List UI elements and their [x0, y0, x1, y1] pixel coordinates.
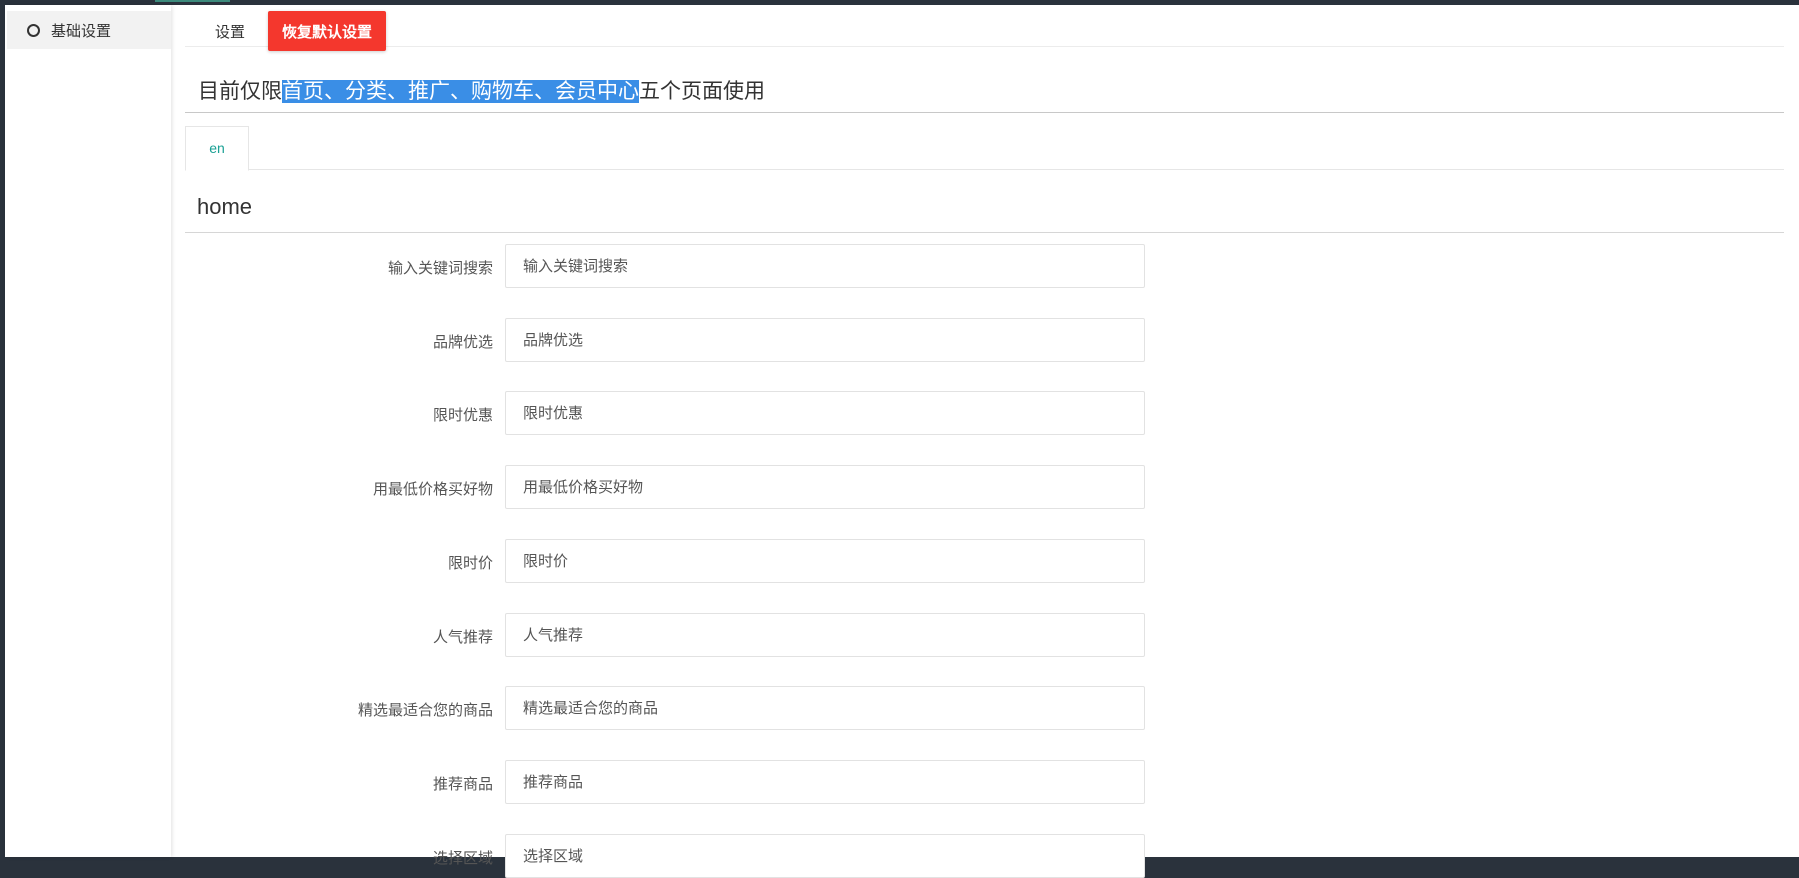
field-label: 品牌优选	[432, 334, 493, 351]
field-label: 人气推荐	[432, 629, 493, 646]
divider	[185, 232, 1784, 233]
app-canvas: 基础设置 设置 恢复默认设置 目前仅限首页、分类、推广、购物车、会员中心五个页面…	[5, 5, 1799, 878]
recommended-products-input[interactable]	[505, 760, 1145, 804]
top-tabs: 设置 恢复默认设置	[185, 5, 1784, 51]
limited-price-input[interactable]	[505, 539, 1145, 583]
main-content: 设置 恢复默认设置 目前仅限首页、分类、推广、购物车、会员中心五个页面使用 en…	[185, 5, 1784, 878]
form-row: 精选最适合您的商品	[185, 686, 1145, 730]
notice-highlight: 首页、分类、推广、购物车、会员中心	[282, 80, 639, 103]
popular-recommend-input[interactable]	[505, 613, 1145, 657]
form-row: 选择区域	[185, 834, 1145, 878]
sidebar-item-basic-settings[interactable]: 基础设置	[7, 11, 171, 49]
tab-lang-en[interactable]: en	[185, 126, 249, 171]
form-row: 限时优惠	[185, 391, 1145, 435]
notice-suffix: 五个页面使用	[639, 80, 765, 103]
field-label: 限时价	[447, 555, 493, 572]
form-row: 限时价	[185, 539, 1145, 583]
lowest-price-input[interactable]	[505, 465, 1145, 509]
field-label: 用最低价格买好物	[372, 481, 493, 498]
brand-select-input[interactable]	[505, 318, 1145, 362]
keyword-search-input[interactable]	[505, 244, 1145, 288]
select-region-input[interactable]	[505, 834, 1145, 878]
notice-text: 目前仅限首页、分类、推广、购物车、会员中心五个页面使用	[198, 75, 765, 105]
section-title: home	[197, 194, 253, 219]
circle-icon	[27, 23, 40, 37]
field-label: 选择区域	[432, 850, 493, 867]
form-row: 品牌优选	[185, 318, 1145, 362]
language-tabs: en	[185, 123, 1784, 171]
limited-offer-input[interactable]	[505, 391, 1145, 435]
top-accent-line	[155, 0, 230, 2]
divider	[185, 112, 1784, 113]
sidebar: 基础设置	[5, 5, 171, 857]
curated-products-input[interactable]	[505, 686, 1145, 730]
tab-settings[interactable]: 设置	[215, 21, 245, 42]
notice-prefix: 目前仅限	[198, 80, 282, 103]
restore-defaults-button[interactable]: 恢复默认设置	[268, 11, 386, 51]
sidebar-item-label: 基础设置	[51, 22, 112, 40]
field-label: 推荐商品	[432, 776, 493, 793]
form-row: 用最低价格买好物	[185, 465, 1145, 509]
form-row: 人气推荐	[185, 613, 1145, 657]
field-label: 限时优惠	[432, 407, 493, 424]
form-row: 推荐商品	[185, 760, 1145, 804]
field-label: 精选最适合您的商品	[357, 702, 493, 719]
form-row: 输入关键词搜索	[185, 244, 1145, 288]
field-label: 输入关键词搜索	[387, 260, 493, 277]
